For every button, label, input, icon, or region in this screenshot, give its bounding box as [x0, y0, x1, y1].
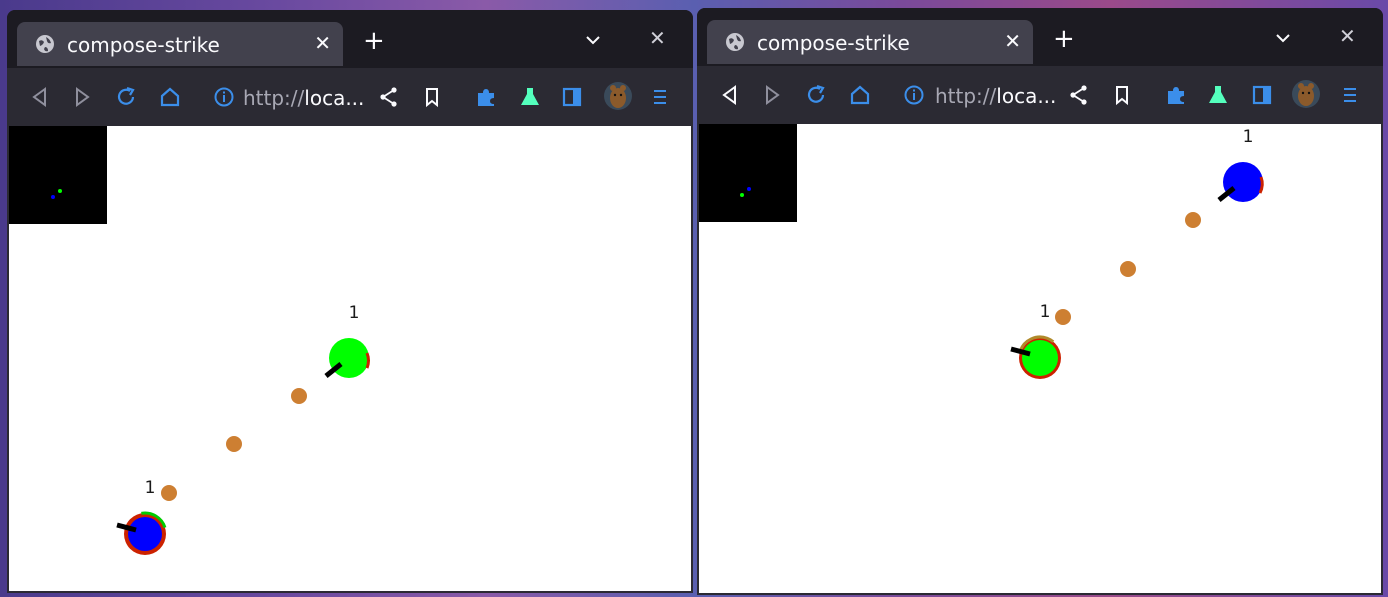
player-label: 1 [145, 478, 156, 498]
bullet [1055, 309, 1071, 325]
sidebar-icon[interactable] [1249, 82, 1275, 108]
avatar[interactable] [603, 81, 633, 111]
bullet [161, 485, 177, 501]
sidebar-icon[interactable] [559, 84, 585, 110]
menu-icon[interactable] [647, 84, 673, 110]
tab-strip: compose-strike ✕ + ✕ [697, 8, 1383, 66]
avatar[interactable] [1291, 79, 1321, 109]
game-canvas[interactable]: 1 1 [9, 126, 691, 591]
player-blue: 1 [116, 478, 168, 557]
player-label: 1 [1243, 127, 1254, 147]
flask-icon[interactable] [517, 84, 543, 110]
bookmark-icon[interactable] [1109, 82, 1135, 108]
menu-icon[interactable] [1337, 82, 1363, 108]
tab-title: compose-strike [67, 33, 220, 57]
browser-window-left: compose-strike ✕ + ✕ http://loca... 1 1 [7, 10, 693, 593]
globe-icon [726, 33, 744, 51]
tab-compose-strike[interactable]: compose-strike ✕ [707, 20, 1033, 64]
plus-icon[interactable]: + [1053, 26, 1075, 52]
forward-icon[interactable] [69, 84, 95, 110]
game-scene: 1 1 [1010, 127, 1264, 381]
bookmark-icon[interactable] [419, 84, 445, 110]
tab-title: compose-strike [757, 31, 910, 55]
reload-icon[interactable] [803, 82, 829, 108]
player-green: 1 [324, 303, 370, 378]
tab-compose-strike[interactable]: compose-strike ✕ [17, 22, 343, 66]
extensions-icon[interactable] [1163, 82, 1189, 108]
nav-bar: http://loca... [7, 68, 693, 126]
bullet [1185, 212, 1201, 228]
flask-icon[interactable] [1205, 82, 1231, 108]
url-host: loca... [996, 84, 1057, 108]
extensions-icon[interactable] [473, 84, 499, 110]
chevron-down-icon[interactable] [1275, 32, 1291, 44]
close-icon[interactable]: ✕ [649, 26, 666, 50]
bullet [291, 388, 307, 404]
url-prefix: http:// [243, 86, 305, 110]
share-icon[interactable] [1066, 82, 1092, 108]
url-prefix: http:// [935, 84, 997, 108]
home-icon[interactable] [847, 82, 873, 108]
tab-strip: compose-strike ✕ + ✕ [7, 10, 693, 68]
share-icon[interactable] [376, 84, 402, 110]
back-icon[interactable] [717, 82, 743, 108]
close-icon[interactable]: ✕ [314, 31, 331, 55]
game-canvas[interactable]: 1 1 [699, 124, 1381, 593]
close-icon[interactable]: ✕ [1339, 24, 1356, 48]
forward-icon[interactable] [759, 82, 785, 108]
browser-window-right: compose-strike ✕ + ✕ http://loca... 1 1 [697, 8, 1383, 595]
globe-icon [36, 35, 54, 53]
url-bar[interactable]: http://loca... [935, 84, 1056, 108]
player-blue: 1 [1217, 127, 1264, 202]
url-bar[interactable]: http://loca... [243, 86, 364, 110]
player-label: 1 [349, 303, 360, 323]
plus-icon[interactable]: + [363, 28, 385, 54]
player-label: 1 [1040, 302, 1051, 322]
back-icon[interactable] [27, 84, 53, 110]
info-icon[interactable] [211, 84, 237, 110]
home-icon[interactable] [157, 84, 183, 110]
game-scene: 1 1 [116, 303, 370, 557]
chevron-down-icon[interactable] [585, 34, 601, 46]
close-icon[interactable]: ✕ [1004, 29, 1021, 53]
info-icon[interactable] [901, 82, 927, 108]
bullet [226, 436, 242, 452]
bullet [1120, 261, 1136, 277]
reload-icon[interactable] [113, 84, 139, 110]
url-host: loca... [304, 86, 365, 110]
nav-bar: http://loca... [697, 66, 1383, 124]
